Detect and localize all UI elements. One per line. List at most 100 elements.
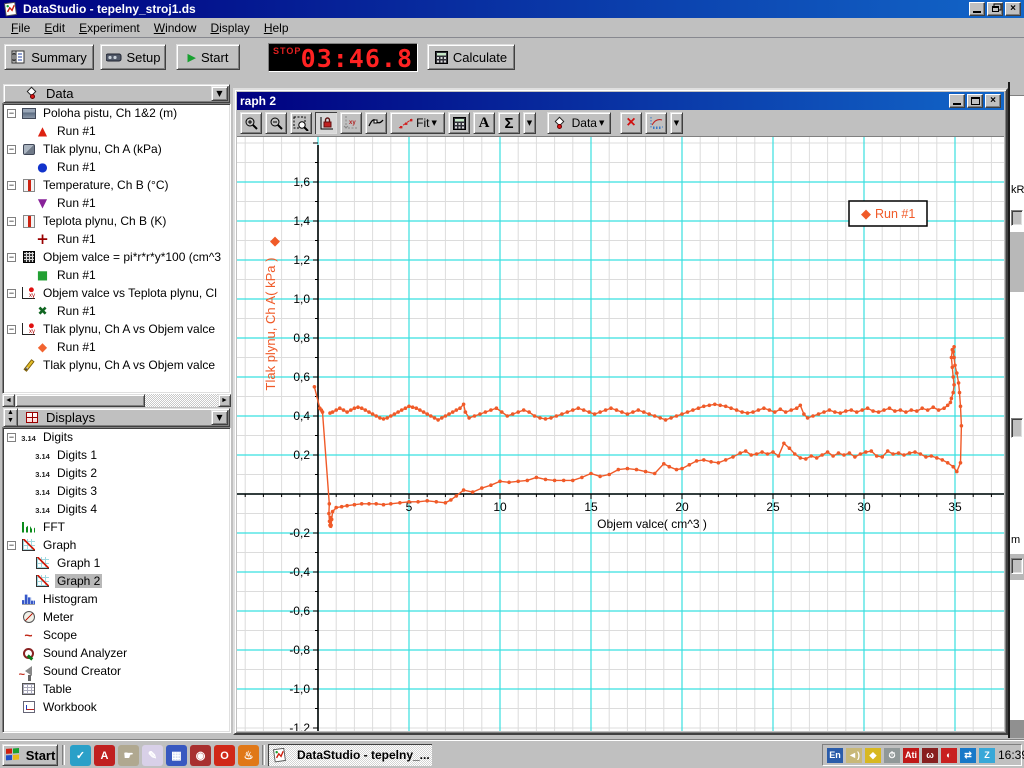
displays-tree-item[interactable]: Digits 4 xyxy=(3,500,230,518)
data-tree-item[interactable]: ●Run #1 xyxy=(3,158,230,176)
displays-tree-item[interactable]: Histogram xyxy=(3,590,230,608)
collapse-icon[interactable]: − xyxy=(7,145,16,154)
data-tree-scrollbar[interactable]: ◄ ► xyxy=(2,394,231,407)
setup-button[interactable]: Setup xyxy=(100,44,166,70)
notes-icon[interactable]: ✓ xyxy=(70,745,91,766)
data-tree-item[interactable]: −Temperature, Ch B (°C) xyxy=(3,176,230,194)
acrobat-icon[interactable]: A xyxy=(94,745,115,766)
z-app-icon[interactable]: Z xyxy=(979,748,995,763)
displays-tree-item[interactable]: Sound Creator xyxy=(3,662,230,680)
scheduler-icon[interactable]: ⏱ xyxy=(884,748,900,763)
data-tree-item[interactable]: −Objem valce = pi*r*r*y*100 (cm^3 xyxy=(3,248,230,266)
graph-plot-area[interactable]: 1,61,41,21,00,80,60,40,2-0,2-0,4-0,6-0,8… xyxy=(237,137,1004,731)
collapse-icon[interactable]: − xyxy=(7,325,16,334)
align-xy-button[interactable]: xy xyxy=(340,112,362,134)
zoom-select-button[interactable] xyxy=(290,112,312,134)
app-titlebar[interactable]: DataStudio - tepelny_stroj1.ds × xyxy=(0,0,1024,18)
graph-maximize-icon[interactable] xyxy=(967,94,983,108)
data-tree-item[interactable]: −Tlak plynu, Ch A (kPa) xyxy=(3,140,230,158)
data-dropdown-icon[interactable]: ▼ xyxy=(211,86,228,101)
pen-icon[interactable]: ✎ xyxy=(142,745,163,766)
menu-experiment[interactable]: Experiment xyxy=(72,19,147,37)
fit-dropdown-button[interactable]: Fit ▼ xyxy=(390,112,445,134)
ati-icon[interactable]: Ati xyxy=(903,748,919,763)
data-tree-item[interactable]: ▼Run #1 xyxy=(3,194,230,212)
data-panel-header[interactable]: Data ▼ xyxy=(3,84,230,103)
summary-button[interactable]: Summary xyxy=(4,44,94,70)
data-tree-item[interactable]: ◆Run #1 xyxy=(3,338,230,356)
devil-icon[interactable]: ω xyxy=(922,748,938,763)
collapse-icon[interactable]: − xyxy=(7,541,16,550)
displays-tree-item[interactable]: Sound Analyzer xyxy=(3,644,230,662)
graph-minimize-icon[interactable] xyxy=(949,94,965,108)
start-button[interactable]: ▶ Start xyxy=(176,44,240,70)
collapse-icon[interactable]: − xyxy=(7,289,16,298)
data-tree-item[interactable]: −Poloha pistu, Ch 1&2 (m) xyxy=(3,104,230,122)
calculator-button[interactable] xyxy=(448,112,470,134)
zoom-in-button[interactable] xyxy=(240,112,262,134)
data-tree-item[interactable]: −Tlak plynu, Ch A vs Objem valce xyxy=(3,320,230,338)
menu-display[interactable]: Display xyxy=(203,19,256,37)
collapse-icon[interactable]: − xyxy=(7,181,16,190)
displays-tree-item[interactable]: Graph 1 xyxy=(3,554,230,572)
flame-icon[interactable]: ♨ xyxy=(238,745,259,766)
collapse-icon[interactable]: − xyxy=(7,433,16,442)
start-menu-button[interactable]: Start xyxy=(2,744,58,766)
hand-icon[interactable]: ☛ xyxy=(118,745,139,766)
displays-dropdown-icon[interactable]: ▼ xyxy=(211,410,228,425)
menu-help[interactable]: Help xyxy=(257,19,296,37)
collapse-icon[interactable]: − xyxy=(7,109,16,118)
collapse-icon[interactable]: − xyxy=(7,217,16,226)
diamond-icon[interactable]: ◆ xyxy=(865,748,881,763)
volume-icon[interactable]: ◄) xyxy=(846,748,862,763)
calculate-button[interactable]: Calculate xyxy=(427,44,515,70)
statistics-dropdown-icon[interactable]: ▼ xyxy=(523,112,536,134)
scroll-right-icon[interactable]: ► xyxy=(218,394,231,407)
lang-en-icon[interactable]: En xyxy=(827,748,843,763)
menu-edit[interactable]: Edit xyxy=(37,19,72,37)
restore-icon[interactable] xyxy=(987,2,1003,16)
graph-settings-button[interactable] xyxy=(645,112,667,134)
displays-panel-header[interactable]: ▲▼ Displays ▼ xyxy=(3,408,230,427)
data-dropdown-button[interactable]: Data ▼ xyxy=(547,112,611,134)
data-tree-item[interactable]: ■Run #1 xyxy=(3,266,230,284)
calculator-icon[interactable]: ▦ xyxy=(166,745,187,766)
circle-icon[interactable]: ◐ xyxy=(941,748,957,763)
displays-tree-item[interactable]: Workbook xyxy=(3,698,230,716)
minimize-icon[interactable] xyxy=(969,2,985,16)
graph-settings-dropdown-icon[interactable]: ▼ xyxy=(670,112,683,134)
displays-tree-item[interactable]: −Digits xyxy=(3,428,230,446)
zoom-out-button[interactable] xyxy=(265,112,287,134)
graph-close-icon[interactable]: × xyxy=(985,94,1001,108)
menu-file[interactable]: File xyxy=(4,19,37,37)
taskbar-task-datastudio[interactable]: DataStudio - tepelny_... xyxy=(268,744,432,766)
delete-button[interactable]: × xyxy=(620,112,642,134)
collapse-icon[interactable]: − xyxy=(7,253,16,262)
statistics-button[interactable]: Σ xyxy=(498,112,520,134)
data-tree-item[interactable]: −Teplota plynu, Ch B (K) xyxy=(3,212,230,230)
text-tool-button[interactable]: A xyxy=(473,112,495,134)
displays-tree-item[interactable]: Digits 1 xyxy=(3,446,230,464)
displays-tree-item[interactable]: Graph 2 xyxy=(3,572,230,590)
arrows-icon[interactable]: ⇄ xyxy=(960,748,976,763)
splitter-icon[interactable]: ▲▼ xyxy=(3,408,18,427)
displays-tree-item[interactable]: Table xyxy=(3,680,230,698)
opera-icon[interactable]: O xyxy=(214,745,235,766)
displays-tree-item[interactable]: Digits 3 xyxy=(3,482,230,500)
displays-tree-item[interactable]: FFT xyxy=(3,518,230,536)
data-tree-item[interactable]: −Objem valce vs Teplota plynu, Cl xyxy=(3,284,230,302)
data-tree-item[interactable]: +Run #1 xyxy=(3,230,230,248)
scroll-thumb[interactable] xyxy=(15,394,145,407)
displays-tree-item[interactable]: Scope xyxy=(3,626,230,644)
data-tree-item[interactable]: ▲Run #1 xyxy=(3,122,230,140)
lock-axes-button[interactable] xyxy=(315,112,337,134)
menu-window[interactable]: Window xyxy=(147,19,204,37)
smart-tool-button[interactable] xyxy=(365,112,387,134)
displays-tree-item[interactable]: Digits 2 xyxy=(3,464,230,482)
displays-tree-item[interactable]: Meter xyxy=(3,608,230,626)
data-tree-item[interactable]: ✖Run #1 xyxy=(3,302,230,320)
graph-window-titlebar[interactable]: raph 2 × xyxy=(237,92,1004,110)
scroll-left-icon[interactable]: ◄ xyxy=(2,394,15,407)
data-tree-item[interactable]: Tlak plynu, Ch A vs Objem valce xyxy=(3,356,230,374)
displays-tree-item[interactable]: −Graph xyxy=(3,536,230,554)
